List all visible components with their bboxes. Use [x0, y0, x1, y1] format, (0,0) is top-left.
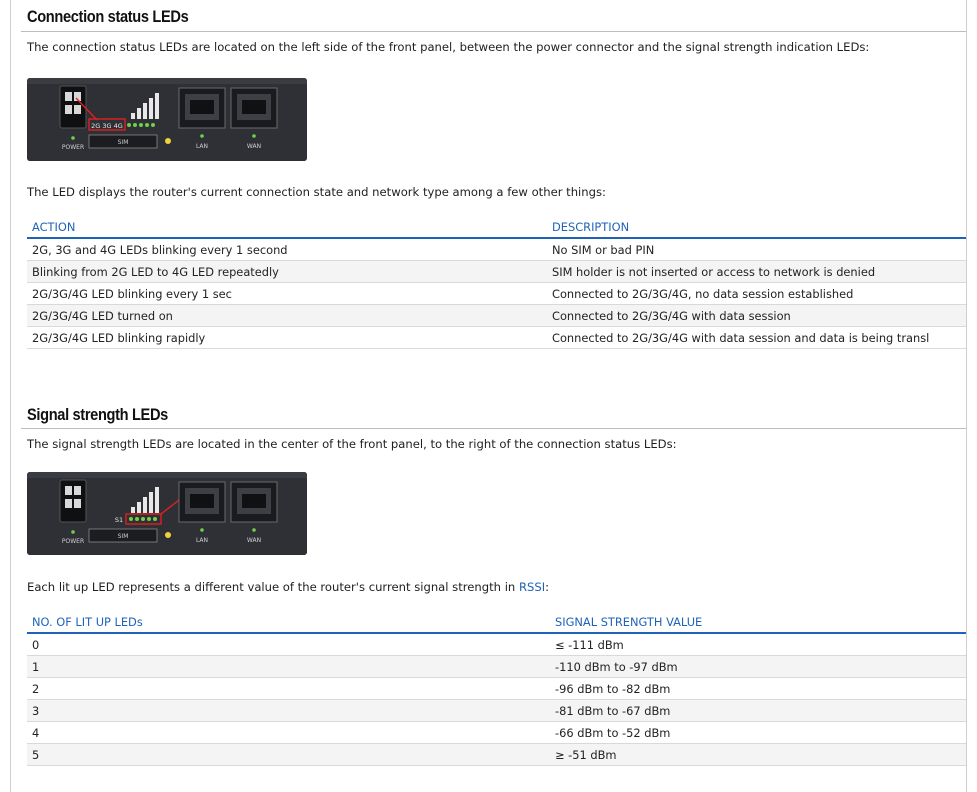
power-label: POWER	[62, 144, 84, 151]
connection-led-table: ACTION DESCRIPTION 2G, 3G and 4G LEDs bl…	[27, 217, 966, 349]
section1-intro: The connection status LEDs are located o…	[27, 40, 870, 54]
section1-caption: The LED displays the router's current co…	[27, 185, 606, 199]
table-cell: -66 dBm to -52 dBm	[550, 721, 966, 744]
sim-label: SIM	[118, 139, 129, 146]
signal-strength-table: NO. OF LIT UP LEDs SIGNAL STRENGTH VALUE…	[27, 612, 966, 766]
heading-divider	[21, 31, 966, 32]
led-tag-label: S1	[115, 516, 123, 524]
router-illustration: 2G 3G 4G SIM POWER LAN WAN	[27, 78, 307, 161]
caption-text: Each lit up LED represents a different v…	[27, 580, 519, 594]
router-front-panel-image: 2G 3G 4G SIM POWER LAN WAN	[27, 78, 307, 161]
power-label: POWER	[62, 538, 84, 545]
table-cell: -81 dBm to -67 dBm	[550, 699, 966, 722]
table-row: 2G/3G/4G LED blinking every 1 sec Connec…	[27, 282, 966, 305]
table-cell: Blinking from 2G LED to 4G LED repeatedl…	[27, 260, 547, 283]
table-cell: SIM holder is not inserted or access to …	[547, 260, 966, 283]
section-heading-connection-status: Connection status LEDs	[27, 7, 189, 26]
caption-suffix: :	[545, 580, 550, 594]
table-cell: 2G, 3G and 4G LEDs blinking every 1 seco…	[27, 238, 547, 261]
table-row: 3 -81 dBm to -67 dBm	[27, 699, 966, 722]
table-cell: Connected to 2G/3G/4G, no data session e…	[547, 282, 966, 305]
table-row: 2G/3G/4G LED turned on Connected to 2G/3…	[27, 304, 966, 327]
table-cell: 1	[27, 655, 550, 678]
column-header-lit-leds: NO. OF LIT UP LEDs	[27, 612, 550, 634]
sim-label: SIM	[118, 533, 129, 540]
document-page: Connection status LEDs The connection st…	[10, 0, 967, 792]
table-row: 2G/3G/4G LED blinking rapidly Connected …	[27, 326, 966, 349]
section2-intro: The signal strength LEDs are located in …	[27, 437, 677, 451]
table-cell: 2G/3G/4G LED blinking rapidly	[27, 326, 547, 349]
table-row: 0 ≤ -111 dBm	[27, 633, 966, 656]
table-cell: Connected to 2G/3G/4G with data session	[547, 304, 966, 327]
section-heading-signal-strength: Signal strength LEDs	[27, 405, 168, 424]
table-row: 2 -96 dBm to -82 dBm	[27, 677, 966, 700]
column-header-description: DESCRIPTION	[547, 217, 966, 239]
table-header-row: NO. OF LIT UP LEDs SIGNAL STRENGTH VALUE	[27, 612, 966, 634]
table-cell: 2	[27, 677, 550, 700]
led-tag-label: 2G 3G 4G	[91, 122, 123, 130]
column-header-action: ACTION	[27, 217, 547, 239]
rssi-link[interactable]: RSSI	[519, 580, 545, 594]
table-cell: 0	[27, 633, 550, 656]
table-header-row: ACTION DESCRIPTION	[27, 217, 966, 239]
section2-caption: Each lit up LED represents a different v…	[27, 580, 549, 594]
table-cell: 3	[27, 699, 550, 722]
router-front-panel-image: S1 SIM POWER LAN WAN	[27, 472, 307, 555]
router-illustration: S1 SIM POWER LAN WAN	[27, 472, 307, 555]
table-row: 1 -110 dBm to -97 dBm	[27, 655, 966, 678]
column-header-signal-value: SIGNAL STRENGTH VALUE	[550, 612, 966, 634]
table-row: 5 ≥ -51 dBm	[27, 743, 966, 766]
table-cell: 2G/3G/4G LED blinking every 1 sec	[27, 282, 547, 305]
table-row: 4 -66 dBm to -52 dBm	[27, 721, 966, 744]
table-cell: Connected to 2G/3G/4G with data session …	[547, 326, 966, 349]
lan-label: LAN	[196, 537, 208, 544]
wan-label: WAN	[247, 537, 261, 544]
table-row: Blinking from 2G LED to 4G LED repeatedl…	[27, 260, 966, 283]
table-cell: ≤ -111 dBm	[550, 633, 966, 656]
table-cell: No SIM or bad PIN	[547, 238, 966, 261]
table-row: 2G, 3G and 4G LEDs blinking every 1 seco…	[27, 238, 966, 261]
table-cell: -110 dBm to -97 dBm	[550, 655, 966, 678]
table-cell: -96 dBm to -82 dBm	[550, 677, 966, 700]
table-cell: 5	[27, 743, 550, 766]
table-cell: 4	[27, 721, 550, 744]
lan-label: LAN	[196, 143, 208, 150]
table-cell: ≥ -51 dBm	[550, 743, 966, 766]
heading-divider	[21, 428, 966, 429]
wan-label: WAN	[247, 143, 261, 150]
table-cell: 2G/3G/4G LED turned on	[27, 304, 547, 327]
